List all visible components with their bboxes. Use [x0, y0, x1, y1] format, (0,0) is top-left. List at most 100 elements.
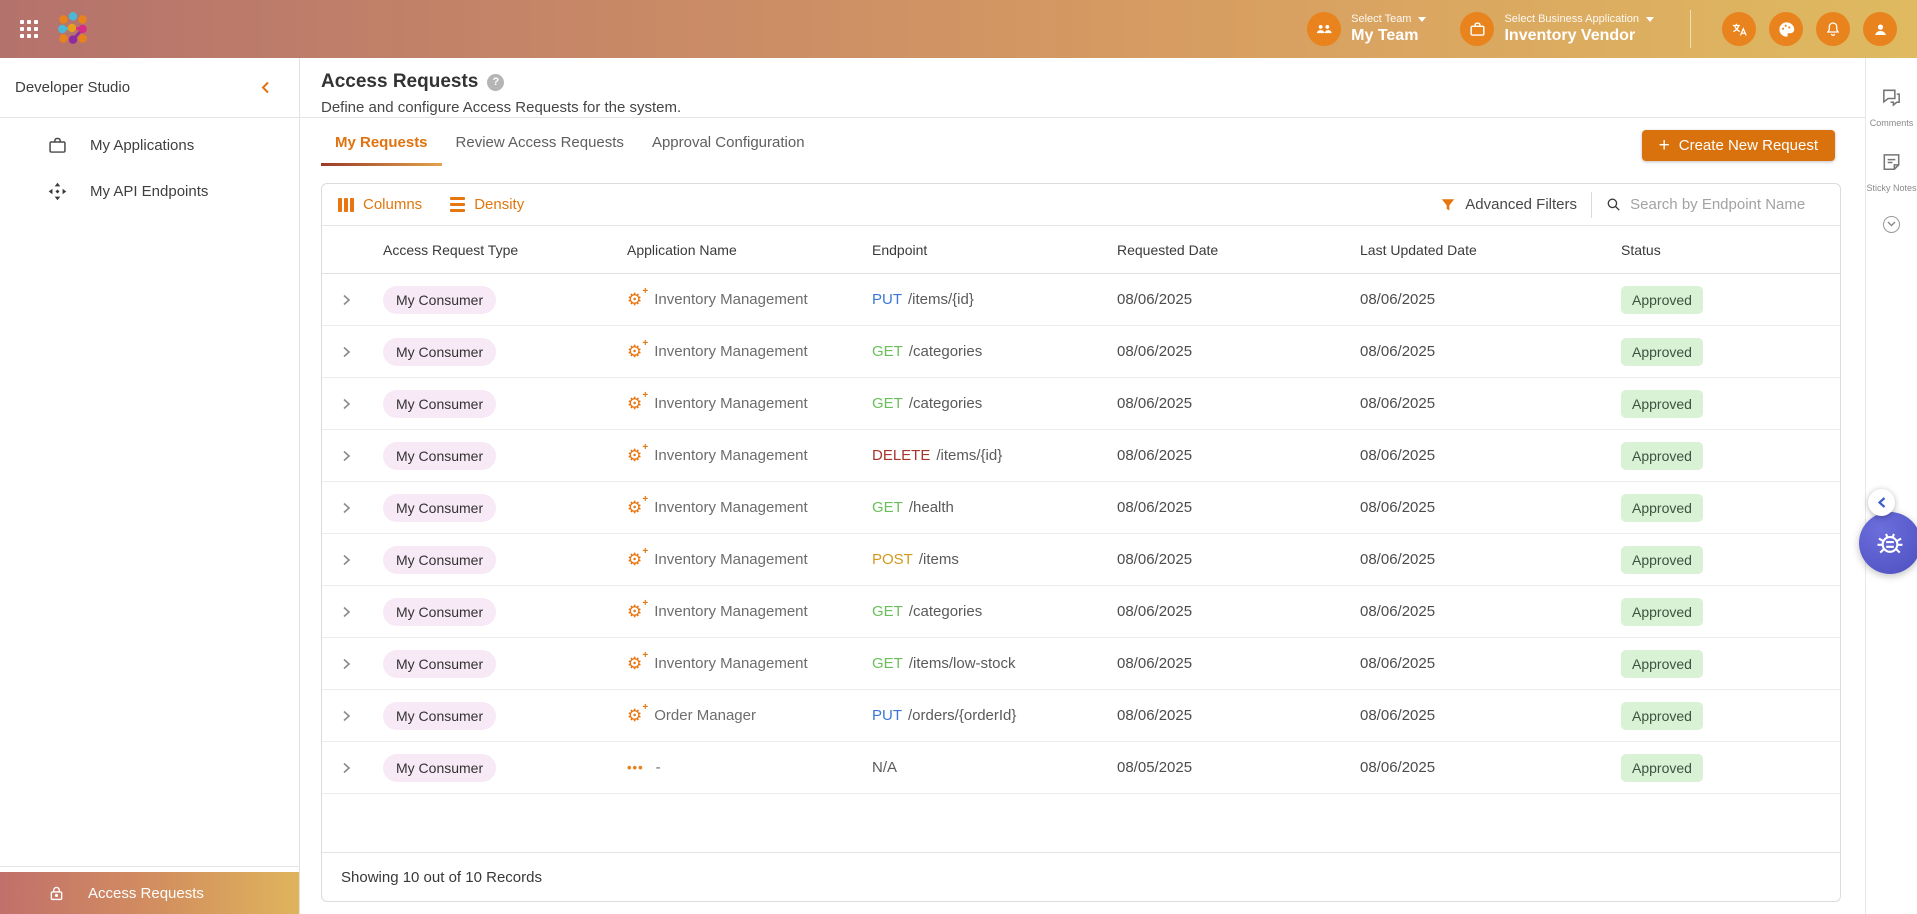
- endpoint-cell: GET/categories: [859, 395, 1104, 413]
- gear-icon: ⚙ +: [627, 546, 649, 569]
- expand-row-icon[interactable]: [322, 397, 370, 411]
- rail-expand-chevron-icon[interactable]: [1883, 215, 1900, 233]
- app-grid-icon[interactable]: [20, 19, 39, 39]
- expand-row-icon[interactable]: [322, 449, 370, 463]
- endpoint-path: /categories: [908, 602, 983, 620]
- panel-collapse-chevron-icon[interactable]: [1868, 489, 1895, 516]
- rail-item-label: Comments: [1869, 118, 1914, 128]
- request-type-badge: My Consumer: [383, 493, 497, 522]
- endpoint-path: /categories: [908, 342, 983, 360]
- translate-icon[interactable]: [1722, 12, 1756, 46]
- requested-date: 08/06/2025: [1117, 551, 1193, 568]
- team-selector[interactable]: Select Team My Team: [1307, 12, 1427, 46]
- sidebar-item-access-requests[interactable]: Access Requests: [0, 872, 299, 914]
- endpoint-value: N/A: [872, 758, 898, 776]
- create-new-request-button[interactable]: + Create New Request: [1641, 130, 1835, 161]
- status-badge: Approved: [1621, 441, 1703, 470]
- endpoint-path: /items/{id}: [936, 446, 1003, 464]
- expand-row-icon[interactable]: [322, 605, 370, 619]
- table-row[interactable]: My Consumer ⚙ + Inventory Management PUT/ite…: [322, 274, 1840, 326]
- profile-icon[interactable]: [1863, 12, 1897, 46]
- application-name: Inventory Management: [654, 499, 808, 516]
- sidebar-collapse-icon[interactable]: [260, 80, 271, 95]
- help-icon[interactable]: ?: [487, 73, 505, 91]
- application-name: -: [655, 759, 661, 776]
- endpoint-cell: PUT/items/{id}: [859, 291, 1104, 309]
- gear-icon: ⚙ +: [627, 286, 649, 309]
- request-type-badge: My Consumer: [383, 389, 497, 418]
- columns-button[interactable]: Columns: [338, 196, 422, 213]
- navbar-divider: [1690, 10, 1691, 48]
- column-header[interactable]: Requested Date: [1104, 242, 1347, 258]
- table-row[interactable]: My Consumer ••• - N/A 08/05/2025 08/06/2025 Ap…: [322, 742, 1840, 794]
- sidebar-divider: [0, 866, 299, 867]
- table-row[interactable]: My Consumer ⚙ + Inventory Management GET/cat…: [322, 326, 1840, 378]
- density-button[interactable]: Density: [450, 196, 524, 213]
- sidebar-item-label: My API Endpoints: [90, 182, 209, 200]
- advanced-filters-button[interactable]: Advanced Filters: [1440, 196, 1577, 213]
- column-header[interactable]: Application Name: [614, 242, 859, 258]
- tabs: My Requests Review Access Requests Appro…: [300, 118, 1865, 166]
- business-application-selector[interactable]: Select Business Application Inventory Ve…: [1460, 12, 1654, 46]
- tab-review-access-requests[interactable]: Review Access Requests: [442, 118, 638, 166]
- sidebar-item-my-applications[interactable]: My Applications: [0, 125, 299, 165]
- brand-logo[interactable]: [55, 11, 91, 47]
- table-row[interactable]: My Consumer ⚙ + Inventory Management POST/it…: [322, 534, 1840, 586]
- plus-icon: +: [1658, 135, 1670, 156]
- team-selector-value: My Team: [1351, 27, 1419, 44]
- expand-row-icon[interactable]: [322, 553, 370, 567]
- table-row[interactable]: My Consumer ⚙ + Inventory Management GET/cat…: [322, 586, 1840, 638]
- palette-icon[interactable]: [1769, 12, 1803, 46]
- search-input[interactable]: [1630, 196, 1824, 213]
- column-header[interactable]: Endpoint: [859, 242, 1104, 258]
- table-row[interactable]: My Consumer ⚙ + Inventory Management GET/cat…: [322, 378, 1840, 430]
- endpoint-cell: GET/items/low-stock: [859, 655, 1104, 673]
- endpoint-cell: PUT/orders/{orderId}: [859, 707, 1104, 725]
- table-row[interactable]: My Consumer ⚙ + Inventory Management DELETE /…: [322, 430, 1840, 482]
- sidebar-item-label: My Applications: [90, 136, 195, 154]
- density-icon: [450, 197, 466, 212]
- requested-date: 08/06/2025: [1117, 291, 1193, 308]
- sidebar-item-my-api-endpoints[interactable]: My API Endpoints: [0, 171, 299, 211]
- right-rail: Comments Sticky Notes: [1865, 58, 1917, 914]
- chevron-down-icon: [1646, 16, 1654, 22]
- request-type-badge: My Consumer: [383, 545, 497, 574]
- bug-report-button[interactable]: [1859, 512, 1917, 574]
- expand-row-icon[interactable]: [322, 709, 370, 723]
- application-name: Inventory Management: [654, 551, 808, 568]
- sidebar: Developer Studio My Applications My API …: [0, 58, 300, 914]
- comments-button[interactable]: Comments: [1869, 86, 1914, 129]
- endpoint-cell: DELETE/items/{id}: [859, 447, 1104, 465]
- expand-row-icon[interactable]: [322, 345, 370, 359]
- updated-date: 08/06/2025: [1360, 499, 1436, 516]
- api-endpoints-icon: [48, 182, 67, 200]
- endpoint-path: /health: [908, 498, 954, 516]
- table-row[interactable]: My Consumer ⚙ + Order Manager PUT/orders/{or…: [322, 690, 1840, 742]
- http-method: DELETE: [872, 446, 931, 464]
- expand-row-icon[interactable]: [322, 657, 370, 671]
- table-row[interactable]: My Consumer ⚙ + Inventory Management GET/ite…: [322, 638, 1840, 690]
- column-header[interactable]: Status: [1608, 242, 1840, 258]
- sticky-notes-button[interactable]: Sticky Notes: [1866, 151, 1917, 194]
- status-badge: Approved: [1621, 337, 1703, 366]
- sidebar-item-label: Access Requests: [88, 884, 204, 902]
- notifications-icon[interactable]: [1816, 12, 1850, 46]
- expand-row-icon[interactable]: [322, 293, 370, 307]
- requested-date: 08/06/2025: [1117, 499, 1193, 516]
- http-method: GET: [872, 394, 903, 412]
- column-header[interactable]: Access Request Type: [370, 242, 614, 258]
- table-row[interactable]: My Consumer ⚙ + Inventory Management GET/hea…: [322, 482, 1840, 534]
- expand-row-icon[interactable]: [322, 761, 370, 775]
- columns-icon: [338, 197, 354, 212]
- expand-row-icon[interactable]: [322, 501, 370, 515]
- column-header[interactable]: Last Updated Date: [1347, 242, 1608, 258]
- http-method: PUT: [872, 290, 902, 308]
- comments-icon: [1883, 89, 1900, 107]
- endpoint-path: /orders/{orderId}: [908, 706, 1017, 724]
- rail-item-label: Sticky Notes: [1866, 182, 1917, 193]
- tab-my-requests[interactable]: My Requests: [321, 118, 442, 166]
- status-badge: Approved: [1621, 545, 1703, 574]
- tab-approval-configuration[interactable]: Approval Configuration: [638, 118, 819, 166]
- table-rows: My Consumer ⚙ + Inventory Management PUT/ite…: [322, 274, 1840, 794]
- gear-icon: ⚙ +: [627, 442, 649, 465]
